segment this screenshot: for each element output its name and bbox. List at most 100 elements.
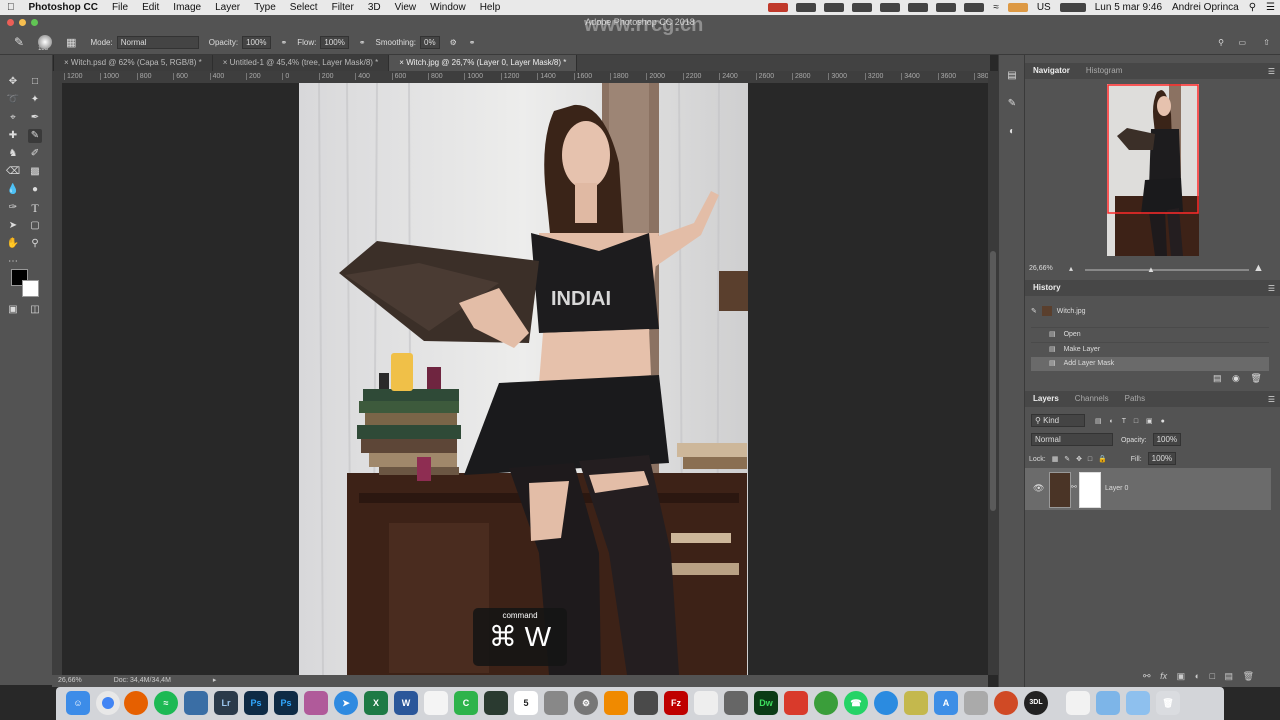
brush-preset-picker[interactable] [38, 35, 53, 49]
menu-layer[interactable]: Layer [208, 0, 247, 15]
new-group-icon[interactable]: □ [1210, 671, 1215, 681]
canvas-vertical-scrollbar[interactable] [988, 71, 998, 675]
mode-select[interactable]: Normal [116, 35, 199, 49]
activity-monitor-app-icon[interactable] [484, 691, 508, 715]
menu-edit[interactable]: Edit [135, 0, 166, 15]
spotify-app-icon[interactable]: ≈ [154, 691, 178, 715]
trash-icon[interactable]: 🗑 [1156, 691, 1180, 715]
app-icon[interactable] [964, 691, 988, 715]
notes-app-icon[interactable] [694, 691, 718, 715]
filter-adjustment-icon[interactable]: ◐ [1110, 418, 1114, 425]
status-app-icon-4[interactable] [880, 3, 901, 12]
move-tool-icon[interactable]: ✥ [6, 75, 20, 89]
lock-all-icon[interactable]: 🔒 [1098, 456, 1107, 463]
zoom-out-icon[interactable]: ▴ [1069, 264, 1073, 273]
layer-blend-mode-select[interactable]: Normal [1031, 433, 1113, 446]
history-menu-icon[interactable]: ☰ [1268, 284, 1275, 293]
menu-filter[interactable]: Filter [325, 0, 361, 15]
system-preferences-app-icon[interactable]: ⚙ [574, 691, 598, 715]
blur-tool-icon[interactable]: 💧 [6, 183, 20, 197]
new-document-from-state-icon[interactable]: ▤ [1213, 373, 1222, 383]
history-item[interactable]: ▤ Open [1031, 327, 1269, 342]
safari-app-icon[interactable]: ➤ [334, 691, 358, 715]
pressure-opacity-icon[interactable]: ⚭ [281, 38, 288, 47]
video-app-icon[interactable] [634, 691, 658, 715]
pressure-size-icon[interactable]: ⚭ [469, 38, 476, 47]
whatsapp-app-icon[interactable]: ☎ [844, 691, 868, 715]
menubar-clock[interactable]: Lun 5 mar 9:46 [1090, 2, 1167, 13]
layer-row[interactable]: 👁 ⚯ Layer 0 [1025, 468, 1271, 510]
time-machine-icon[interactable] [908, 3, 929, 12]
brush-tool-icon-active[interactable]: ✎ [28, 129, 42, 143]
app-icon[interactable] [814, 691, 838, 715]
apple-menu-icon[interactable]:  [0, 0, 22, 15]
calendar-app-icon[interactable]: 5 [514, 691, 538, 715]
lock-artboard-icon[interactable]: □ [1088, 456, 1092, 463]
filter-shape-icon[interactable]: □ [1134, 418, 1138, 425]
vlc-app-icon[interactable] [604, 691, 628, 715]
scrollbar-thumb[interactable] [990, 251, 996, 511]
menubar-user[interactable]: Andrei Oprinca [1167, 2, 1244, 13]
adjustments-panel-icon[interactable]: ◐ [1005, 125, 1019, 139]
photoshop-app-icon[interactable]: Ps [244, 691, 268, 715]
excel-app-icon[interactable]: X [364, 691, 388, 715]
eyedropper-tool-icon[interactable]: ✒ [28, 111, 42, 125]
lock-transparent-icon[interactable]: ▦ [1052, 456, 1059, 463]
pages-app-icon[interactable] [424, 691, 448, 715]
delete-layer-icon[interactable]: 🗑 [1243, 671, 1254, 681]
tab-history[interactable]: History [1025, 280, 1069, 296]
app-icon[interactable] [784, 691, 808, 715]
tab-histogram[interactable]: Histogram [1078, 63, 1130, 79]
healing-brush-tool-icon[interactable]: ✚ [6, 129, 20, 143]
chrome-app-icon[interactable] [96, 691, 120, 715]
opacity-field[interactable]: 100% [242, 35, 271, 49]
gradient-tool-icon[interactable]: ▩ [28, 165, 42, 179]
share-icon[interactable]: ⇧ [1263, 38, 1270, 47]
layer-mask-thumbnail[interactable] [1079, 472, 1101, 508]
properties-panel-icon[interactable]: ▤ [1005, 69, 1019, 83]
search-icon[interactable]: ⚲ [1218, 38, 1224, 47]
layer-style-icon[interactable]: fx [1160, 671, 1167, 681]
menu-window[interactable]: Window [423, 0, 473, 15]
tab-channels[interactable]: Channels [1067, 391, 1117, 407]
close-window-icon[interactable] [7, 19, 14, 26]
layer-filter-kind-select[interactable]: ⚲ Kind [1031, 414, 1085, 427]
brush-panel-icon[interactable]: ✎ [1005, 97, 1019, 111]
bluetooth-icon[interactable] [936, 3, 957, 12]
tab-navigator[interactable]: Navigator [1025, 63, 1078, 79]
filter-pixel-icon[interactable]: ▤ [1095, 418, 1102, 425]
menu-select[interactable]: Select [283, 0, 325, 15]
quick-mask-icon[interactable]: ▣ [6, 303, 20, 317]
new-layer-icon[interactable]: ▤ [1225, 671, 1234, 681]
history-brush-source-icon[interactable]: ✎ [1031, 308, 1037, 315]
status-record-icon[interactable] [768, 3, 789, 12]
horizontal-ruler[interactable]: 1200 1000 800 600 400 200 0 200 400 600 800 1000 120… [62, 71, 989, 83]
menu-type[interactable]: Type [247, 0, 283, 15]
filezilla-app-icon[interactable]: Fz [664, 691, 688, 715]
smoothing-field[interactable]: 0% [420, 35, 440, 49]
crop-tool-icon[interactable]: ⌖ [6, 111, 20, 125]
filter-toggle-icon[interactable]: ● [1161, 418, 1165, 425]
volume-icon[interactable] [964, 3, 985, 12]
menu-view[interactable]: View [388, 0, 424, 15]
type-tool-icon[interactable]: T [28, 201, 42, 215]
dodge-tool-icon[interactable]: ● [28, 183, 42, 197]
history-snapshot[interactable]: ✎ Witch.jpg [1031, 305, 1269, 319]
lock-position-icon[interactable]: ✥ [1076, 456, 1082, 463]
app-icon[interactable] [994, 691, 1018, 715]
delete-state-icon[interactable]: 🗑 [1250, 373, 1261, 383]
layer-visibility-eye-icon[interactable]: 👁 [1033, 483, 1044, 494]
app-store-app-icon[interactable]: A [934, 691, 958, 715]
layer-name[interactable]: Layer 0 [1105, 485, 1128, 492]
lock-image-icon[interactable]: ✎ [1064, 456, 1070, 463]
menu-help[interactable]: Help [473, 0, 508, 15]
rectangle-tool-icon[interactable]: ▢ [28, 219, 42, 233]
lightroom-app-icon[interactable]: Lr [214, 691, 238, 715]
flag-icon[interactable] [1007, 3, 1028, 12]
app-icon[interactable] [904, 691, 928, 715]
new-adjustment-layer-icon[interactable]: ◐ [1195, 671, 1200, 681]
document-stack-icon[interactable] [1066, 691, 1090, 715]
status-app-icon[interactable] [796, 3, 817, 12]
path-selection-tool-icon[interactable]: ➤ [6, 219, 20, 233]
photoshop-beta-app-icon[interactable]: Ps [274, 691, 298, 715]
